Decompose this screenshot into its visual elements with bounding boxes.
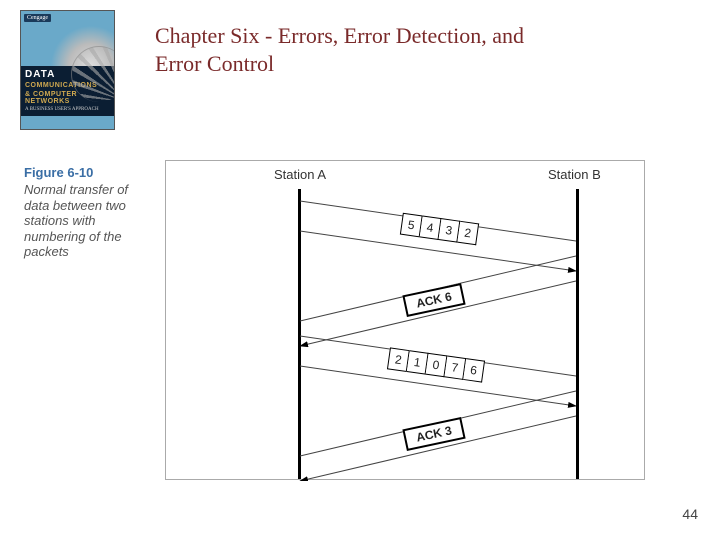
- ack-group-2: ACK 3: [402, 417, 465, 451]
- figure-caption: Figure 6-10 Normal transfer of data betw…: [24, 165, 149, 260]
- packet-box: 6: [463, 358, 485, 382]
- station-a-label: Station A: [274, 167, 326, 182]
- station-b-label: Station B: [548, 167, 601, 182]
- figure-description: Normal transfer of data between two stat…: [24, 182, 128, 259]
- cover-subtitle: A BUSINESS USER'S APPROACH: [25, 107, 110, 112]
- packet-group-2: 2 1 0 7 6: [387, 347, 485, 382]
- packet-box: 2: [457, 221, 479, 245]
- timeline-a: [298, 189, 301, 479]
- ack-group-1: ACK 6: [402, 283, 465, 317]
- ack-box: ACK 6: [402, 283, 465, 317]
- timeline-b: [576, 189, 579, 479]
- slide-title: Chapter Six - Errors, Error Detection, a…: [155, 22, 575, 77]
- book-cover-thumbnail: Cengage DATA COMMUNICATIONS & COMPUTER N…: [20, 10, 115, 130]
- cover-brand: Cengage: [24, 14, 51, 22]
- packet-group-1: 5 4 3 2: [400, 213, 479, 246]
- page-number: 44: [682, 506, 698, 522]
- sequence-diagram: Station A Station B 5 4 3 2 ACK 6 2: [165, 160, 645, 480]
- figure-number: Figure 6-10: [24, 165, 149, 180]
- ack-box: ACK 3: [402, 417, 465, 451]
